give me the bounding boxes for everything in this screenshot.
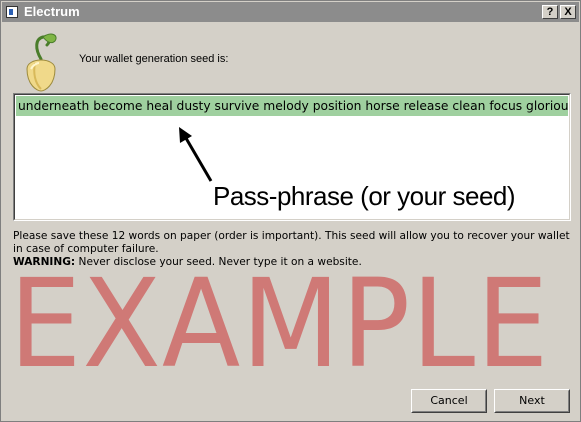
seed-heading: Your wallet generation seed is: (79, 53, 229, 65)
electrum-window: Electrum ? X Your wallet generation seed… (0, 0, 581, 422)
window-title: Electrum (24, 4, 80, 19)
next-button[interactable]: Next (494, 389, 570, 413)
seed-annotation: Pass-phrase (or your seed) (213, 181, 516, 211)
help-button[interactable]: ? (542, 5, 558, 19)
example-watermark: EXAMPLE (9, 253, 550, 395)
seed-phrase[interactable]: underneath become heal dusty survive mel… (16, 96, 568, 116)
arrow-icon (179, 127, 213, 182)
cancel-button[interactable]: Cancel (411, 389, 487, 413)
title-bar[interactable]: Electrum ? X (2, 2, 579, 22)
electrum-window-icon (6, 6, 18, 18)
close-button[interactable]: X (560, 5, 576, 19)
seedling-icon (26, 33, 57, 92)
